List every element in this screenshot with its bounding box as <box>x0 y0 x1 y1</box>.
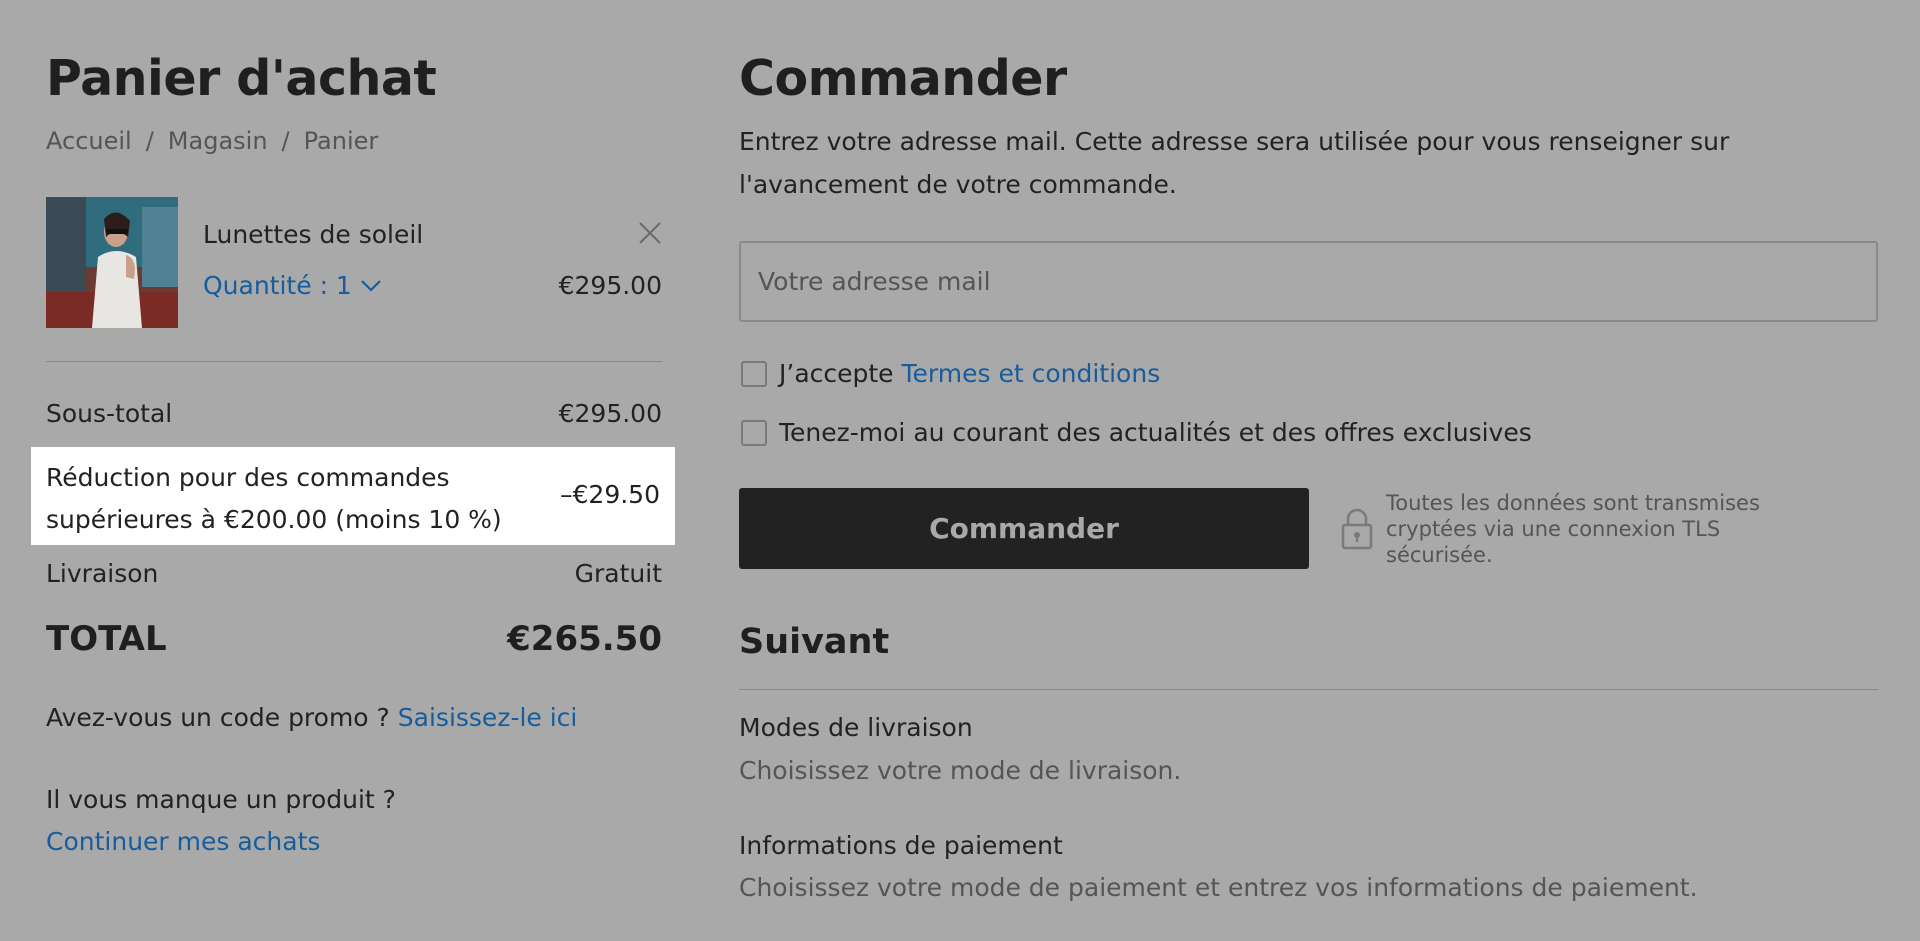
shipping-label: Livraison <box>46 559 159 588</box>
email-field[interactable] <box>739 241 1878 322</box>
shipping-value: Gratuit <box>574 559 662 588</box>
promo-code-link[interactable]: Saisissez-le ici <box>398 703 578 732</box>
step-payment-subtitle: Choisissez votre mode de paiement et ent… <box>739 873 1698 902</box>
newsletter-row: Tenez-moi au courant des actualités et d… <box>741 418 1532 447</box>
total-label: TOTAL <box>46 619 167 659</box>
page-title: Panier d'achat <box>46 50 437 107</box>
terms-label: J’accepte <box>779 359 894 388</box>
quantity-label: Quantité : 1 <box>203 271 352 300</box>
checkout-button[interactable]: Commander <box>739 488 1309 569</box>
breadcrumb-cart: Panier <box>303 127 379 155</box>
continue-shopping-block: Il vous manque un produit ? Continuer me… <box>46 779 396 863</box>
discount-value: –€29.50 <box>560 480 660 509</box>
breadcrumb-home[interactable]: Accueil <box>46 127 132 155</box>
terms-row: J’accepte Termes et conditions <box>741 359 1160 388</box>
product-price: €295.00 <box>558 271 662 300</box>
divider <box>739 689 1878 690</box>
checkout-title: Commander <box>739 50 1067 107</box>
secure-connection-note: Toutes les données sont transmises crypt… <box>1386 491 1760 567</box>
quantity-selector[interactable]: Quantité : 1 <box>203 271 382 300</box>
discount-label: Réduction pour des commandes supérieures… <box>46 463 502 534</box>
step-payment-title: Informations de paiement <box>739 831 1063 860</box>
promo-question: Avez-vous un code promo ? <box>46 703 390 732</box>
step-shipping-title: Modes de livraison <box>739 713 973 742</box>
remove-item-button[interactable] <box>638 221 662 245</box>
subtotal-value: €295.00 <box>558 399 662 428</box>
product-thumbnail[interactable] <box>46 197 178 328</box>
continue-shopping-link[interactable]: Continuer mes achats <box>46 827 320 856</box>
product-name: Lunettes de soleil <box>203 220 424 249</box>
newsletter-checkbox[interactable] <box>741 419 767 446</box>
chevron-down-icon <box>361 279 381 292</box>
newsletter-label: Tenez-moi au courant des actualités et d… <box>779 418 1532 447</box>
total-value: €265.50 <box>507 619 662 659</box>
terms-link[interactable]: Termes et conditions <box>902 359 1161 388</box>
discount-row: Réduction pour des commandes supérieures… <box>31 447 675 545</box>
divider <box>46 361 662 362</box>
cart-item: Lunettes de soleil Quantité : 1 €295.00 <box>46 197 662 329</box>
missing-product-question: Il vous manque un produit ? <box>46 785 396 814</box>
step-shipping-subtitle: Choisissez votre mode de livraison. <box>739 756 1182 785</box>
next-steps-title: Suivant <box>739 622 890 662</box>
promo-line: Avez-vous un code promo ? Saisissez-le i… <box>46 703 577 732</box>
breadcrumb-separator: / <box>145 127 154 155</box>
checkout-description: Entrez votre adresse mail. Cette adresse… <box>739 127 1730 199</box>
subtotal-label: Sous-total <box>46 399 173 428</box>
breadcrumb-separator: / <box>281 127 290 155</box>
breadcrumb: Accueil / Magasin / Panier <box>46 127 378 155</box>
terms-checkbox[interactable] <box>741 360 767 387</box>
lock-icon <box>1341 508 1373 550</box>
breadcrumb-shop[interactable]: Magasin <box>168 127 268 155</box>
close-icon <box>639 222 661 244</box>
